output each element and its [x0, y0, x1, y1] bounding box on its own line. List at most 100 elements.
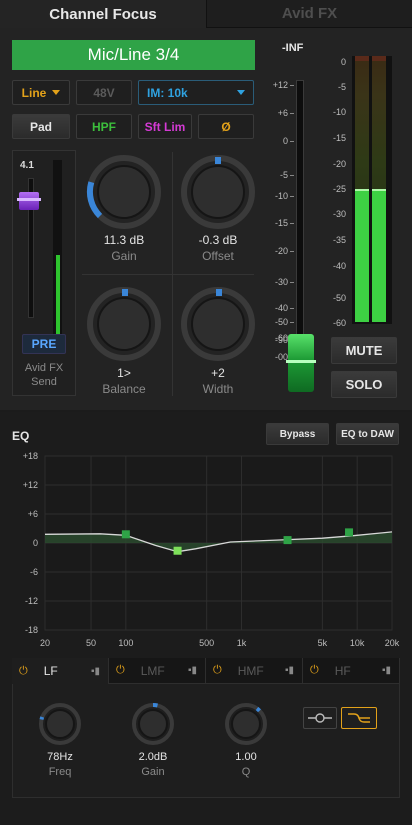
hpf-button[interactable]: HPF	[76, 114, 132, 139]
width-label: Width	[202, 382, 234, 396]
mute-button[interactable]: MUTE	[331, 337, 397, 364]
eq-x-tick-label: 50	[86, 638, 96, 648]
fader-scale-label: +6	[277, 108, 288, 118]
meter-scale-label: -25	[332, 184, 346, 194]
eq-band-label: LMF	[140, 663, 165, 678]
pre-post-button[interactable]: PRE	[22, 334, 66, 354]
eq-band-handle	[121, 530, 130, 539]
bell-shape-icon	[308, 713, 332, 723]
gain-label: Gain	[111, 249, 137, 263]
fader-scale-tick	[290, 251, 294, 252]
eq-band-tab-lf[interactable]: ⏻ LF ▪▮	[12, 658, 109, 684]
meter-scale-label: -50	[332, 293, 346, 303]
shelf-filter-button[interactable]	[341, 707, 377, 729]
eq-band-label: HF	[334, 663, 351, 678]
eq-band-handle	[345, 528, 354, 537]
fader-scale-label: -30	[274, 277, 288, 287]
fader-scale-tick	[290, 141, 294, 142]
main-fader-cap-line	[286, 360, 316, 363]
eq-gain-knob[interactable]	[131, 702, 175, 746]
fader-scale-label: -00	[274, 352, 288, 362]
power-icon[interactable]: ⏻	[116, 664, 125, 677]
gain-knob[interactable]	[86, 154, 162, 230]
eq-band-tab-hf[interactable]: ⏻ HF ▪▮	[303, 658, 400, 684]
eq-graph[interactable]: +18 +12 +6 0 -6 -12 -1820 50 100 500 1k 5k 10k 20k	[0, 448, 412, 653]
phase-invert-button[interactable]: Ø	[198, 114, 254, 139]
eq-x-tick-label: 500	[199, 638, 214, 648]
meter-scale-label: -20	[332, 159, 346, 169]
eq-gain-label: Gain	[141, 766, 165, 778]
eq-q-label: Q	[241, 766, 251, 778]
channel-name[interactable]: Mic/Line 3/4	[12, 40, 255, 70]
meter-scale-label: -60	[332, 318, 346, 328]
pad-button[interactable]: Pad	[12, 114, 70, 139]
eq-band-tab-hmf[interactable]: ⏻ HMF ▪▮	[206, 658, 303, 684]
fader-scale-label: -40	[274, 303, 288, 313]
eq-y-tick-label: +12	[23, 480, 38, 490]
peak-readout: -INF	[282, 42, 304, 54]
eq-freq-value: 78Hz	[47, 751, 73, 763]
eq-x-tick-label: 20k	[385, 638, 400, 648]
band-solo-icon[interactable]: ▪▮	[188, 665, 197, 676]
eq-bypass-button[interactable]: Bypass	[266, 423, 329, 445]
fader-scale-tick	[290, 175, 294, 176]
eq-to-daw-button[interactable]: EQ to DAW	[336, 423, 399, 445]
send-section	[12, 150, 76, 396]
eq-gain-value: 2.0dB	[138, 751, 168, 763]
fader-scale-tick	[290, 322, 294, 323]
meter-scale-label: -15	[332, 133, 346, 143]
balance-knob[interactable]	[86, 286, 162, 362]
send-label-line2: Send	[31, 376, 57, 388]
band-solo-icon[interactable]: ▪▮	[285, 665, 294, 676]
fader-scale-label: -10	[274, 191, 288, 201]
band-solo-icon[interactable]: ▪▮	[91, 666, 100, 677]
band-solo-icon[interactable]: ▪▮	[382, 665, 391, 676]
send-fader-handle[interactable]	[19, 192, 39, 210]
offset-knob[interactable]	[180, 154, 256, 230]
power-icon[interactable]: ⏻	[310, 664, 319, 677]
power-icon[interactable]: ⏻	[19, 665, 28, 678]
meter-scale-label: -30	[332, 209, 346, 219]
main-fader-handle[interactable]	[288, 334, 314, 392]
solo-button[interactable]: SOLO	[331, 371, 397, 398]
fader-scale-label: -5	[279, 170, 288, 180]
eq-y-tick-label: 0	[33, 538, 38, 548]
fader-scale-label: -50	[274, 317, 288, 327]
tab-avid-fx[interactable]: Avid FX	[206, 0, 412, 28]
width-knob[interactable]	[180, 286, 256, 362]
send-value: 4.1	[20, 160, 34, 171]
eq-band-handle	[283, 536, 292, 545]
gain-value: 11.3 dB	[103, 233, 145, 247]
bell-filter-button[interactable]	[303, 707, 337, 729]
eq-freq-knob[interactable]	[38, 702, 82, 746]
fader-scale-label: -90	[274, 335, 288, 345]
offset-value: -0.3 dB	[198, 233, 238, 247]
main-fader-track	[296, 80, 304, 374]
meter-scale-label: 0	[340, 57, 346, 67]
phantom-power-button[interactable]: 48V	[76, 80, 132, 105]
power-icon[interactable]: ⏻	[213, 664, 222, 677]
input-type-select[interactable]: Line	[12, 80, 70, 105]
input-mode-select[interactable]: IM: 10k	[138, 80, 254, 105]
meter-scale-label: -35	[332, 235, 346, 245]
eq-x-tick-label: 1k	[237, 638, 247, 648]
balance-label: Balance	[102, 382, 146, 396]
eq-y-tick-label: -12	[25, 596, 38, 606]
eq-q-knob[interactable]	[224, 702, 268, 746]
input-mode-value: IM: 10k	[147, 85, 188, 100]
fader-scale-tick	[290, 196, 294, 197]
balance-value: 1>	[117, 366, 131, 380]
meter-left-fill	[355, 189, 369, 322]
send-label-line1: Avid FX	[24, 362, 64, 374]
offset-label: Offset	[202, 249, 234, 263]
tab-channel-focus[interactable]: Channel Focus	[0, 0, 206, 28]
eq-freq-label: Freq	[48, 766, 72, 778]
eq-x-tick-label: 20	[40, 638, 50, 648]
soft-limit-button[interactable]: Sft Lim	[138, 114, 192, 139]
eq-x-tick-label: 5k	[318, 638, 328, 648]
input-type-value: Line	[21, 85, 47, 100]
width-value: +2	[211, 366, 225, 380]
meter-scale-label: -40	[332, 261, 346, 271]
eq-band-tab-lmf[interactable]: ⏻ LMF ▪▮	[109, 658, 206, 684]
meter-scale-label: -10	[332, 107, 346, 117]
